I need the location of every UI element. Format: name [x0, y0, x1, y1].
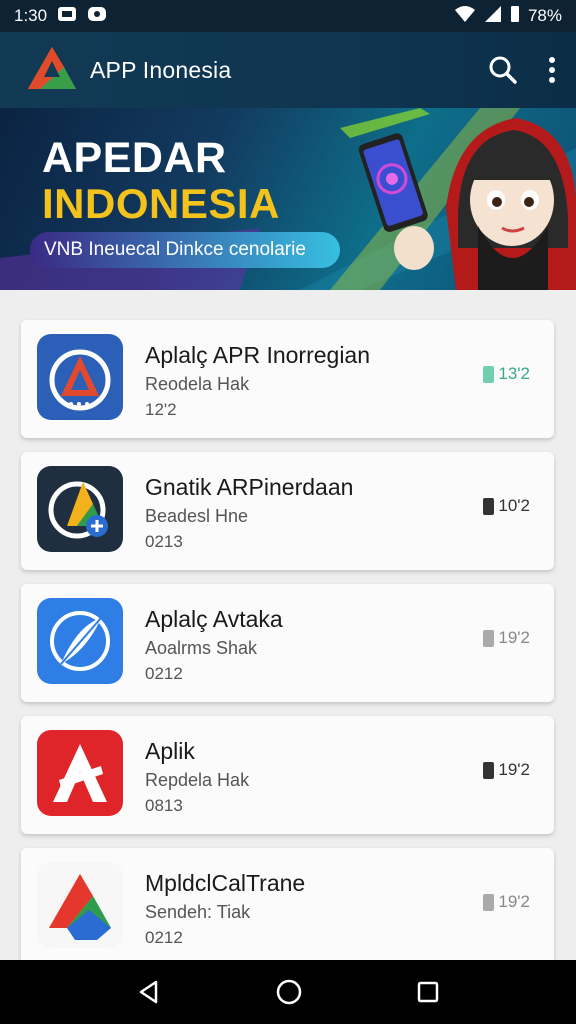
app-bar: APP Inonesia: [0, 32, 576, 108]
signal-icon: [484, 5, 502, 28]
badge-square-icon: [483, 497, 495, 515]
app-title: Aplik: [145, 738, 195, 764]
red-a-logo-icon: [37, 334, 123, 420]
version-badge: 19'2: [483, 892, 530, 912]
app-number: 0813: [145, 796, 183, 815]
app-title: APP Inonesia: [90, 56, 232, 83]
home-icon[interactable]: [275, 978, 303, 1006]
wifi-icon: [454, 5, 476, 28]
battery-icon: [510, 5, 520, 28]
version-badge: 19'2: [483, 760, 530, 780]
app-list: Aplalç APR Inorregian Reodela Hak 12'2 1…: [21, 320, 554, 980]
badge-text: 19'2: [498, 760, 530, 779]
list-item[interactable]: Gnatik ARPinerdaan Beadesl Hne 0213 10'2: [21, 452, 554, 570]
app-title: Aplalç APR Inorregian: [145, 342, 371, 368]
app-subtitle: Reodela Hak: [145, 374, 250, 394]
status-bar: 1:30 78%: [0, 0, 576, 32]
list-item[interactable]: Aplalç Avtaka Aoalrms Shak 0212 19'2: [21, 584, 554, 702]
app-subtitle: Sendeh: Tiak: [145, 902, 251, 922]
app-title: Gnatik ARPinerdaan: [145, 474, 354, 500]
app-title: MpldclCalTrane: [145, 870, 306, 896]
version-badge: 19'2: [483, 628, 530, 648]
list-item[interactable]: MpldclCalTrane Sendeh: Tiak 0212 19'2: [21, 848, 554, 966]
app-number: 12'2: [145, 400, 177, 419]
badge-text: 19'2: [498, 892, 530, 911]
app-title: Aplalç Avtaka: [145, 606, 283, 632]
search-icon[interactable]: [488, 55, 518, 85]
system-nav-bar: [0, 960, 576, 1024]
banner-subtitle: VNB Ineuecal Dinkce cenolarie: [30, 232, 340, 268]
recents-icon[interactable]: [416, 980, 440, 1004]
app-logo-icon: [26, 45, 78, 96]
drive-triangle-icon: [37, 862, 123, 948]
status-time: 1:30: [14, 6, 48, 25]
more-options-icon[interactable]: [548, 56, 556, 84]
version-badge: 13'2: [483, 364, 530, 384]
badge-text: 19'2: [498, 628, 530, 647]
banner-character-illustration: [358, 118, 576, 290]
app-subtitle: Beadesl Hne: [145, 506, 249, 526]
banner-title-line1: APEDAR: [42, 134, 227, 182]
back-icon[interactable]: [136, 979, 162, 1005]
app-subtitle: Repdela Hak: [145, 770, 250, 790]
badge-text: 13'2: [498, 364, 530, 383]
message-notification-icon: [87, 5, 107, 28]
list-item[interactable]: Aplik Repdela Hak 0813 19'2: [21, 716, 554, 834]
badge-text: 10'2: [498, 496, 530, 515]
badge-square-icon: [483, 629, 495, 647]
version-badge: 10'2: [483, 496, 530, 516]
blue-feather-icon: [37, 598, 123, 684]
promo-banner[interactable]: APEDAR INDONESIA VNB Ineuecal Dinkce cen…: [0, 108, 576, 290]
colorful-a-plus-icon: [37, 466, 123, 552]
banner-title-line2: INDONESIA: [42, 180, 280, 227]
badge-square-icon: [483, 761, 495, 779]
gallery-notification-icon: [57, 5, 77, 28]
red-a-icon: [37, 730, 123, 816]
app-subtitle: Aoalrms Shak: [145, 638, 258, 658]
badge-square-icon: [483, 365, 495, 383]
app-number: 0212: [145, 928, 183, 947]
badge-square-icon: [483, 893, 495, 911]
battery-percent: 78%: [527, 6, 562, 25]
list-item[interactable]: Aplalç APR Inorregian Reodela Hak 12'2 1…: [21, 320, 554, 438]
app-number: 0213: [145, 532, 183, 551]
app-number: 0212: [145, 664, 183, 683]
